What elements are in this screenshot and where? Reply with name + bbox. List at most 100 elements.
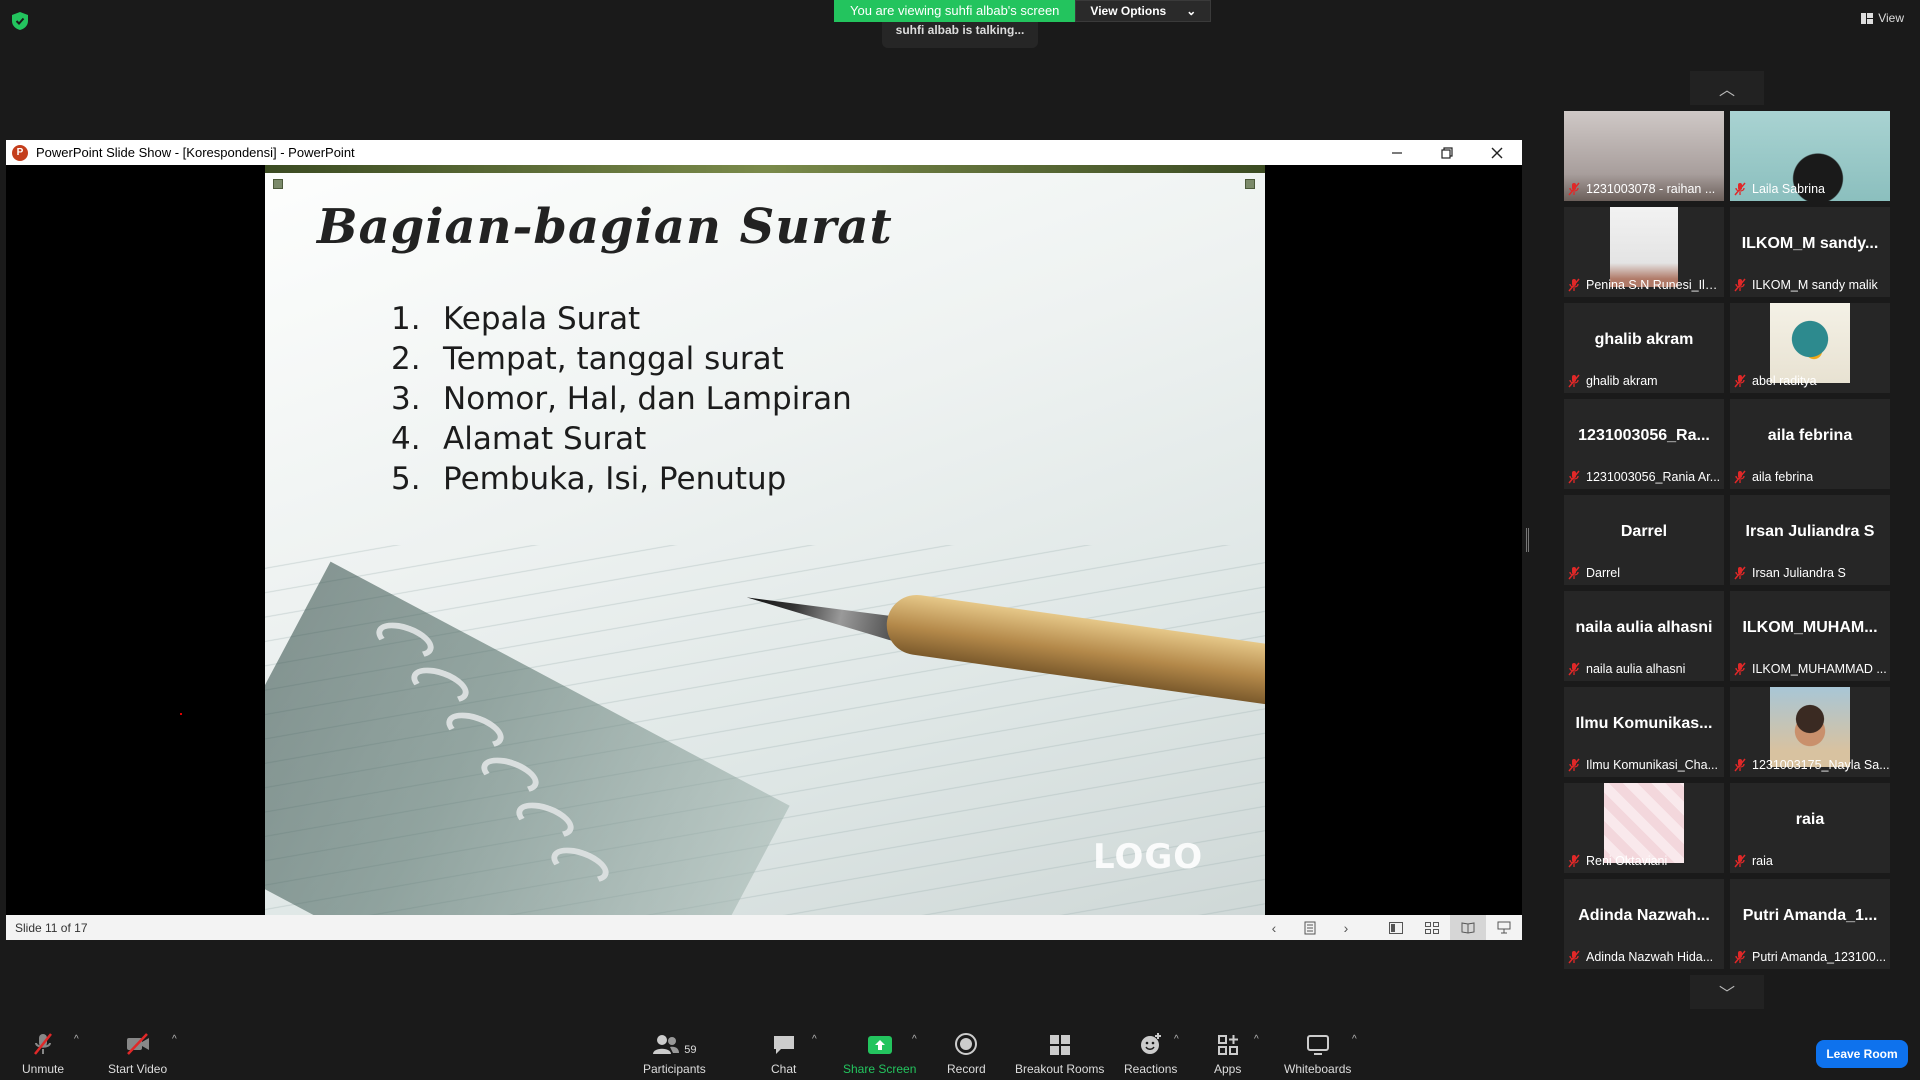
- panel-resize-handle[interactable]: [1526, 528, 1529, 552]
- chevron-up-icon: ︿: [1718, 82, 1735, 99]
- participant-display-name: Ilmu Komunikas...: [1575, 715, 1713, 732]
- powerpoint-logo-icon: P: [12, 144, 28, 161]
- slide-menu-button[interactable]: [1292, 915, 1328, 940]
- participant-tile[interactable]: Penina S.N Runesi_Ilm...: [1564, 207, 1724, 297]
- slide-list-item: 4. Alamat Surat: [391, 419, 852, 459]
- breakout-rooms-label: Breakout Rooms: [1015, 1062, 1105, 1076]
- participant-name: ILKOM_MUHAMMAD ...: [1752, 662, 1887, 676]
- participants-label: Participants: [643, 1062, 706, 1076]
- breakout-rooms-button[interactable]: Breakout Rooms: [1015, 1032, 1104, 1076]
- participant-tile[interactable]: ILKOM_MUHAM... ILKOM_MUHAMMAD ...: [1730, 591, 1890, 681]
- participant-tile[interactable]: 1231003056_Ra... 1231003056_Rania Ar...: [1564, 399, 1724, 489]
- reading-view-button[interactable]: [1450, 915, 1486, 940]
- muted-mic-icon: [1568, 278, 1580, 292]
- normal-view-icon: [1389, 921, 1403, 934]
- chat-label: Chat: [771, 1062, 797, 1076]
- share-screen-button[interactable]: Share Screen: [843, 1032, 916, 1076]
- reactions-icon: [1140, 1033, 1161, 1054]
- participant-name-label: Irsan Juliandra S: [1730, 563, 1890, 583]
- restore-icon: [1441, 146, 1453, 159]
- participant-name-label: aila febrina: [1730, 467, 1890, 487]
- unmute-label: Unmute: [22, 1062, 65, 1076]
- view-label: View: [1878, 11, 1904, 25]
- ppt-window-title: PowerPoint Slide Show - [Korespondensi] …: [36, 145, 355, 160]
- slide-sorter-button[interactable]: [1414, 915, 1450, 940]
- participant-name: Ilmu Komunikasi_Cha...: [1586, 758, 1719, 772]
- participant-display-name: Irsan Juliandra S: [1745, 523, 1875, 540]
- close-button[interactable]: [1472, 140, 1522, 165]
- restore-button[interactable]: [1422, 140, 1472, 165]
- participant-name: Adinda Nazwah Hida...: [1586, 950, 1714, 964]
- chat-icon: [773, 1036, 794, 1054]
- apps-button[interactable]: Apps: [1214, 1032, 1241, 1076]
- video-options-caret[interactable]: ^: [172, 1034, 177, 1045]
- share-screen-label: Share Screen: [843, 1062, 917, 1076]
- whiteboards-options-caret[interactable]: ^: [1352, 1034, 1357, 1045]
- list-number: 1.: [391, 301, 421, 337]
- participant-name-label: Adinda Nazwah Hida...: [1564, 947, 1724, 967]
- participant-tile[interactable]: naila aulia alhasni naila aulia alhasni: [1564, 591, 1724, 681]
- participant-tile[interactable]: Putri Amanda_1... Putri Amanda_123100...: [1730, 879, 1890, 969]
- chevron-right-icon: ›: [1343, 919, 1349, 936]
- participant-tile[interactable]: ILKOM_M sandy... ILKOM_M sandy malik: [1730, 207, 1890, 297]
- participant-tile[interactable]: 1231003078 - raihan ...: [1564, 111, 1724, 201]
- list-text: Alamat Surat: [443, 421, 647, 457]
- participant-display-name: ILKOM_MUHAM...: [1742, 619, 1878, 636]
- whiteboards-button[interactable]: Whiteboards: [1284, 1032, 1351, 1076]
- participant-tile[interactable]: Reni Oktaviani: [1564, 783, 1724, 873]
- participant-tile[interactable]: Ilmu Komunikas... Ilmu Komunikasi_Cha...: [1564, 687, 1724, 777]
- close-icon: [1491, 147, 1503, 158]
- share-options-caret[interactable]: ^: [912, 1034, 917, 1045]
- grid-view-icon: [1861, 12, 1874, 24]
- previous-slide-button[interactable]: ‹: [1256, 915, 1292, 940]
- reactions-button[interactable]: Reactions: [1124, 1032, 1177, 1076]
- unmute-button[interactable]: Unmute: [22, 1032, 64, 1076]
- viewing-screen-label: You are viewing suhfi albab's screen: [834, 0, 1076, 22]
- slide-list-item: 5. Pembuka, Isi, Penutup: [391, 459, 852, 499]
- participant-tile[interactable]: ghalib akram ghalib akram: [1564, 303, 1724, 393]
- participant-name: Irsan Juliandra S: [1752, 566, 1846, 580]
- participant-tile[interactable]: 1231003175_Nayla Sa...: [1730, 687, 1890, 777]
- slide-list-item: 1. Kepala Surat: [391, 299, 852, 339]
- participant-name-label: Putri Amanda_123100...: [1730, 947, 1890, 967]
- participant-display-name: ILKOM_M sandy...: [1741, 235, 1879, 252]
- chat-options-caret[interactable]: ^: [812, 1034, 817, 1045]
- participant-tile[interactable]: Darrel Darrel: [1564, 495, 1724, 585]
- participant-name-label: 1231003078 - raihan ...: [1564, 179, 1724, 199]
- slideshow-button[interactable]: [1486, 915, 1522, 940]
- view-button[interactable]: View: [1861, 11, 1904, 25]
- participants-button[interactable]: 59 Participants: [643, 1032, 706, 1076]
- reactions-options-caret[interactable]: ^: [1174, 1034, 1179, 1045]
- slideshow-icon: [1497, 921, 1511, 934]
- ppt-titlebar: P PowerPoint Slide Show - [Korespondensi…: [6, 140, 1522, 165]
- view-options-button[interactable]: View Options ⌄: [1075, 0, 1212, 22]
- gallery-up-button[interactable]: ︿: [1690, 71, 1764, 105]
- slide-top-border: [265, 165, 1265, 173]
- participant-display-name: Darrel: [1620, 523, 1668, 540]
- next-slide-button[interactable]: ›: [1328, 915, 1364, 940]
- muted-mic-icon: [1734, 470, 1746, 484]
- reading-view-icon: [1461, 921, 1475, 934]
- minimize-button[interactable]: [1372, 140, 1422, 165]
- participant-name: raia: [1752, 854, 1773, 868]
- participant-tile[interactable]: Adinda Nazwah... Adinda Nazwah Hida...: [1564, 879, 1724, 969]
- leave-room-button[interactable]: Leave Room: [1816, 1040, 1908, 1068]
- participant-tile[interactable]: Laila Sabrina: [1730, 111, 1890, 201]
- audio-options-caret[interactable]: ^: [74, 1034, 79, 1045]
- participant-tile[interactable]: raia raia: [1730, 783, 1890, 873]
- participant-tile[interactable]: Irsan Juliandra S Irsan Juliandra S: [1730, 495, 1890, 585]
- powerpoint-window: P PowerPoint Slide Show - [Korespondensi…: [6, 140, 1522, 940]
- chat-button[interactable]: Chat: [771, 1032, 796, 1076]
- apps-options-caret[interactable]: ^: [1254, 1034, 1259, 1045]
- normal-view-button[interactable]: [1378, 915, 1414, 940]
- gallery-down-button[interactable]: ﹀: [1690, 975, 1764, 1009]
- record-button[interactable]: Record: [947, 1032, 986, 1076]
- list-text: Tempat, tanggal surat: [443, 341, 784, 377]
- participant-tile[interactable]: abel raditya: [1730, 303, 1890, 393]
- start-video-button[interactable]: Start Video: [108, 1032, 167, 1076]
- security-shield-icon[interactable]: [12, 12, 28, 30]
- participant-tile[interactable]: aila febrina aila febrina: [1730, 399, 1890, 489]
- list-number: 5.: [391, 461, 421, 497]
- participant-name-label: Laila Sabrina: [1730, 179, 1890, 199]
- slide-notes-icon: [1304, 921, 1316, 934]
